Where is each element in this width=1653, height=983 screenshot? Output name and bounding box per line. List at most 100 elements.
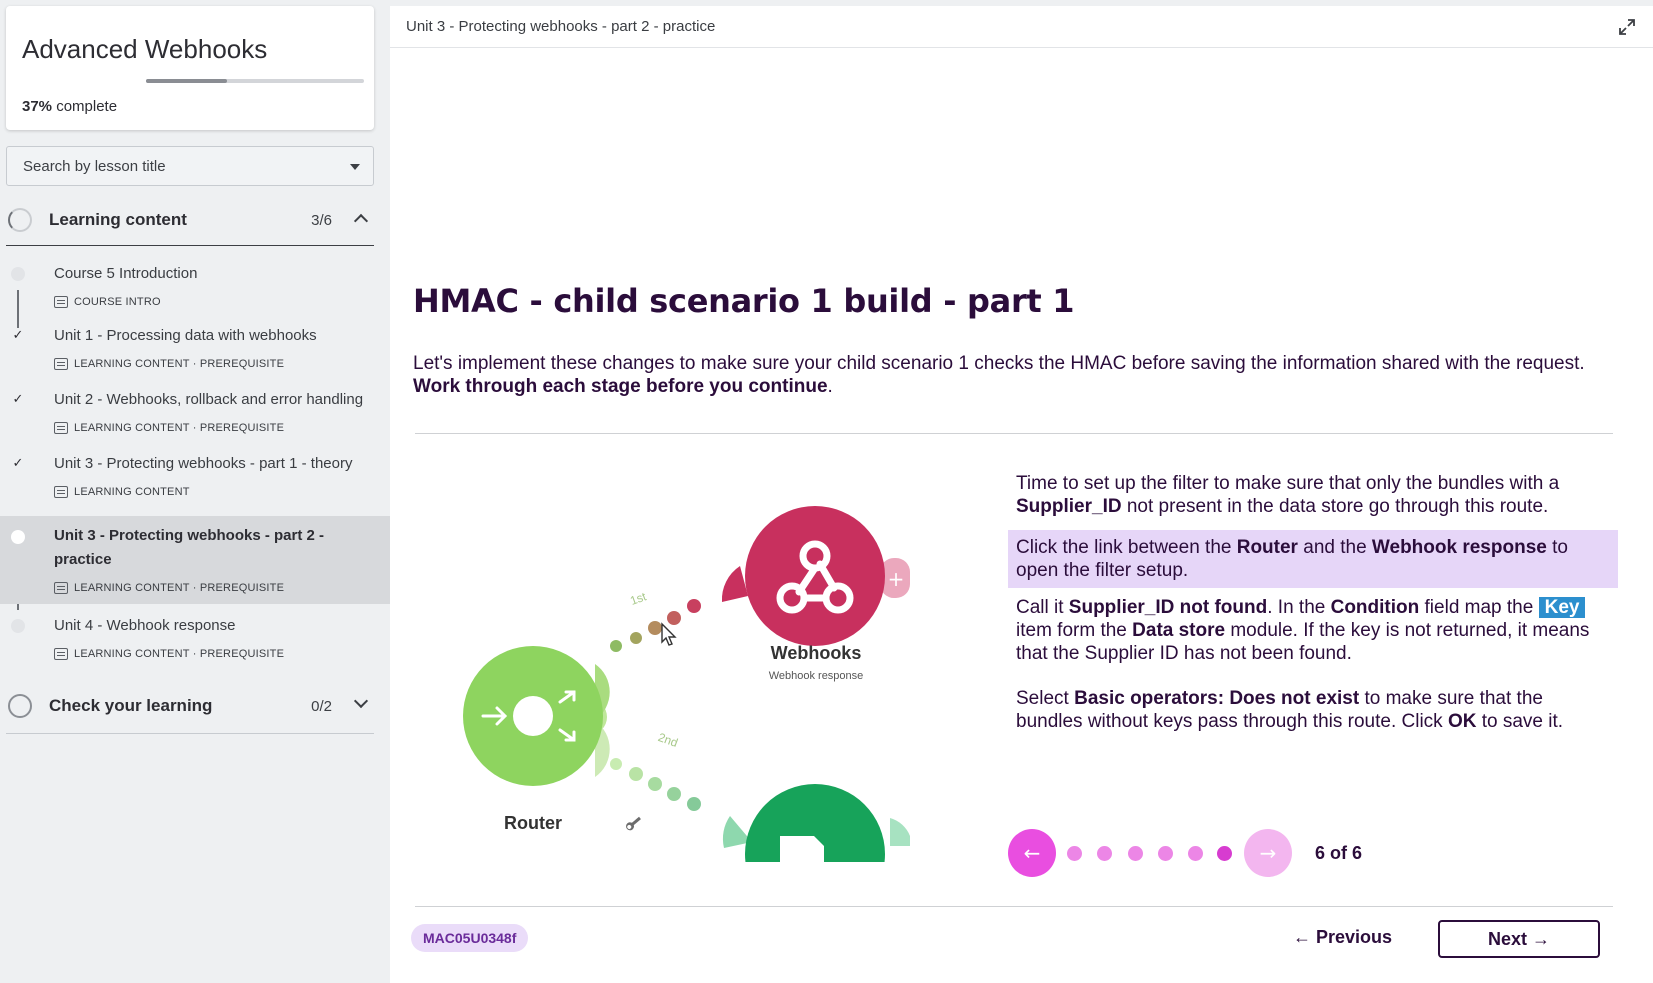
section-divider [6, 733, 374, 734]
slides-icon [54, 422, 68, 434]
previous-button[interactable]: ← Previous [1293, 920, 1392, 954]
document-icon [54, 296, 68, 308]
route-dot [610, 758, 622, 770]
chevron-down-icon[interactable] [353, 693, 369, 709]
intro-bold: Work through each stage before you conti… [413, 376, 828, 397]
caret-down-icon [350, 164, 360, 170]
datastore-add-handle [890, 818, 910, 846]
carousel-dot-active[interactable] [1217, 846, 1232, 861]
carousel-dot[interactable] [1097, 846, 1112, 861]
lesson-search-dropdown[interactable]: Search by lesson title [6, 146, 374, 186]
step-text: Select [1016, 688, 1075, 709]
webhooks-sublabel: Webhook response [769, 670, 864, 682]
slides-icon [54, 486, 68, 498]
carousel-dot[interactable] [1067, 846, 1082, 861]
carousel-dot[interactable] [1128, 846, 1143, 861]
plus-icon: + [888, 567, 905, 591]
lesson-meta: LEARNING CONTENT [54, 486, 190, 498]
scenario-diagram-svg: 1st 2nd Router + Webhooks Webhook respon… [463, 506, 910, 862]
lesson-item[interactable]: ✓ Unit 2 - Webhooks, rollback and error … [0, 388, 390, 448]
progress-suffix: complete [56, 98, 118, 115]
arrow-left-icon: ← [1293, 927, 1311, 947]
progress-bar [146, 79, 364, 83]
route-dot [667, 787, 681, 801]
step-text: not present in the data store go through… [1121, 496, 1549, 517]
slides-icon [54, 648, 68, 660]
previous-label: Previous [1316, 927, 1393, 947]
step-bold: Basic operators: Does not exist [1074, 688, 1360, 709]
route-dot [610, 640, 622, 652]
section-label: Learning content [49, 210, 187, 229]
lesson-meta: LEARNING CONTENT · PREREQUISITE [54, 422, 284, 434]
step-text: item form the [1016, 620, 1133, 641]
lesson-type: LEARNING CONTENT · PREREQUISITE [74, 422, 285, 434]
lesson-type: LEARNING CONTENT · PREREQUISITE [74, 358, 285, 370]
pointer-cursor-icon [661, 622, 677, 646]
checkmark-icon: ✓ [12, 392, 24, 407]
section-progress-ring-icon [8, 694, 32, 718]
step-text: and the [1297, 537, 1372, 558]
carousel-dot[interactable] [1188, 846, 1203, 861]
lesson-status-dot-icon [11, 530, 25, 544]
lesson-item-current[interactable]: Unit 3 - Protecting webhooks - part 2 - … [0, 516, 390, 604]
lesson-type: LEARNING CONTENT · PREREQUISITE [74, 582, 285, 594]
chevron-up-icon[interactable] [353, 213, 369, 229]
intro-text: Let's implement these changes to make su… [413, 353, 1585, 374]
route-dot [648, 621, 662, 635]
step-text: . In the [1267, 597, 1331, 618]
lesson-type: COURSE INTRO [74, 296, 161, 308]
lesson-type: LEARNING CONTENT · PREREQUISITE [74, 648, 285, 660]
lesson-title: Unit 1 - Processing data with webhooks [54, 327, 317, 344]
checkmark-icon: ✓ [12, 456, 24, 471]
next-button[interactable]: Next → [1438, 920, 1600, 958]
step-3: Call it Supplier_ID not found. In the Co… [1008, 590, 1618, 671]
step-bold: OK [1447, 711, 1477, 732]
lesson-item[interactable]: ✓ Unit 1 - Processing data with webhooks… [0, 324, 390, 384]
lesson-meta: LEARNING CONTENT · PREREQUISITE [54, 358, 284, 370]
carousel-counter: 6 of 6 [1315, 843, 1363, 863]
carousel-next-button[interactable]: → [1244, 829, 1292, 877]
lesson-title: Unit 2 - Webhooks, rollback and error ha… [54, 391, 364, 408]
step-text: Time to set up the filter to make sure t… [1016, 473, 1560, 494]
carousel-prev-button[interactable]: ← [1008, 829, 1056, 877]
step-bold: Webhook response [1371, 537, 1547, 558]
lesson-breadcrumb: Unit 3 - Protecting webhooks - part 2 - … [406, 18, 716, 35]
route-dot [629, 767, 643, 781]
slides-icon [54, 358, 68, 370]
progress-text: 37% complete [22, 98, 117, 115]
expand-fullscreen-icon[interactable] [1617, 17, 1637, 37]
step-bold: Condition [1330, 597, 1420, 618]
webhooks-module[interactable] [745, 506, 885, 646]
progress-value: 37% [22, 98, 53, 115]
checkmark-icon: ✓ [12, 328, 24, 343]
lesson-title: Course 5 Introduction [54, 265, 198, 282]
lesson-title: Unit 3 - Protecting webhooks - part 2 - … [54, 527, 325, 568]
lesson-item[interactable]: Course 5 Introduction COURSE INTRO [0, 260, 390, 320]
section-check-your-learning[interactable]: Check your learning 0/2 [6, 682, 374, 732]
lesson-meta: LEARNING CONTENT · PREREQUISITE [54, 582, 284, 594]
arrow-right-icon: → [1532, 929, 1551, 949]
step-4: Select Basic operators: Does not exist t… [1008, 681, 1618, 739]
footer-divider [415, 906, 1613, 907]
lesson-content-panel: Unit 3 - Protecting webhooks - part 2 - … [390, 6, 1653, 983]
lesson-item[interactable]: Unit 4 - Webhook response LEARNING CONTE… [0, 612, 390, 672]
wrench-icon[interactable] [624, 815, 642, 832]
lesson-status-dot-icon [11, 267, 25, 281]
router-label: Router [504, 813, 562, 833]
course-card: Advanced Webhooks 37% complete [6, 6, 374, 130]
carousel-dot[interactable] [1158, 846, 1173, 861]
lesson-title: Unit 4 - Webhook response [54, 617, 236, 634]
lesson-topbar: Unit 3 - Protecting webhooks - part 2 - … [390, 6, 1653, 48]
route1-label: 1st [628, 589, 648, 608]
webhook-handle [721, 566, 748, 602]
webhooks-label: Webhooks [771, 643, 862, 663]
section-learning-content[interactable]: Learning content 3/6 [6, 196, 374, 246]
next-label: Next [1487, 929, 1527, 949]
key-tag: Key [1538, 597, 1586, 618]
scenario-diagram: 1st 2nd Router + Webhooks Webhook respon… [440, 466, 910, 862]
lesson-item[interactable]: ✓ Unit 3 - Protecting webhooks - part 1 … [0, 452, 390, 512]
step-2-highlighted: Click the link between the Router and th… [1008, 530, 1618, 588]
section-label: Check your learning [49, 696, 213, 715]
lesson-intro: Let's implement these changes to make su… [413, 352, 1613, 398]
lesson-code-badge: MAC05U0348f [411, 924, 529, 952]
